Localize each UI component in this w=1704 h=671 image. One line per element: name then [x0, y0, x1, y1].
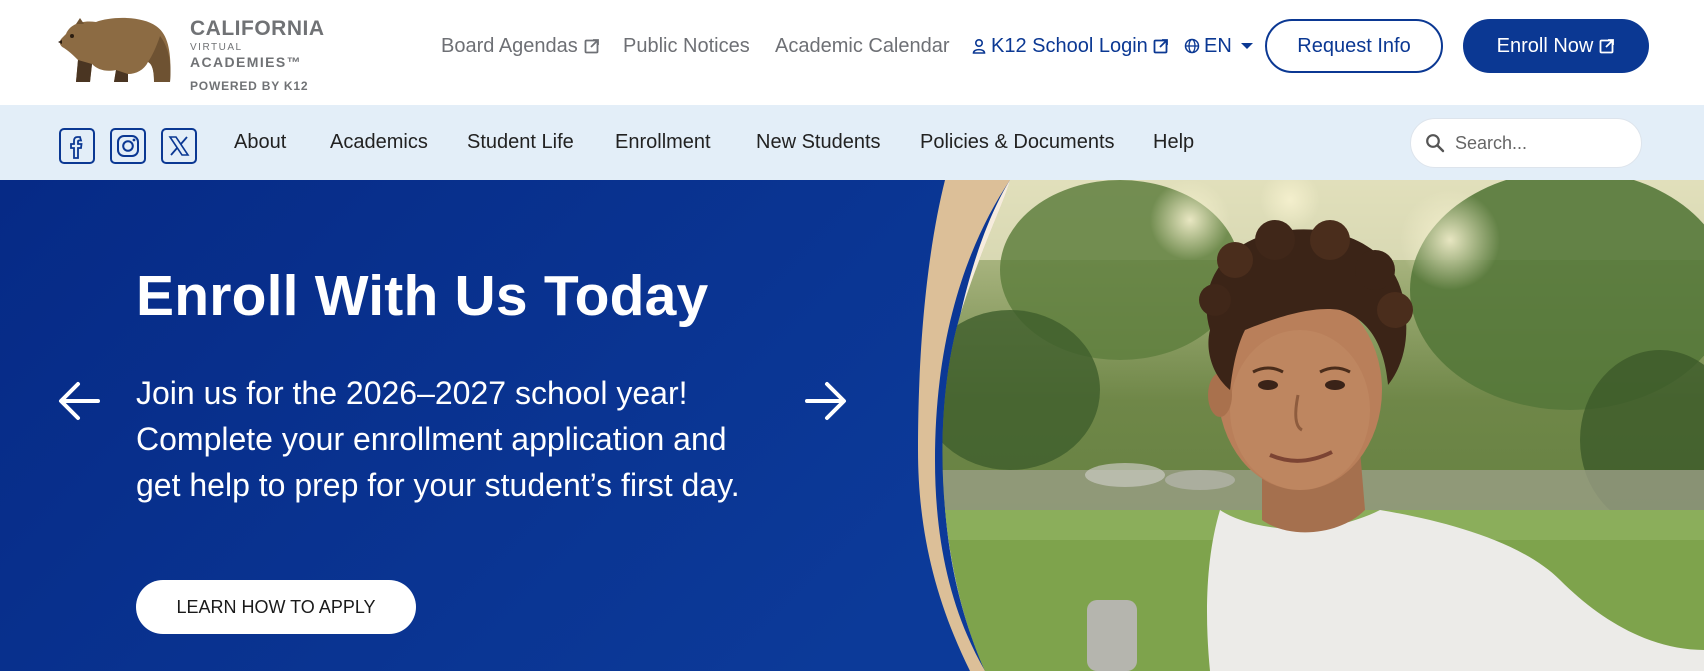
enroll-now-label: Enroll Now	[1496, 34, 1594, 57]
nav-item-about[interactable]: About	[234, 131, 286, 154]
request-info-label: Request Info	[1297, 34, 1411, 57]
external-link-icon	[1599, 39, 1615, 54]
main-navigation: About Academics Student Life Enrollment …	[0, 105, 1704, 180]
request-info-button[interactable]: Request Info	[1265, 19, 1443, 73]
learn-how-to-apply-button[interactable]: LEARN HOW TO APPLY	[136, 580, 416, 634]
x-twitter-link[interactable]	[161, 128, 197, 164]
academic-calendar-label: Academic Calendar	[775, 34, 950, 57]
facebook-link[interactable]	[59, 128, 95, 164]
search-box	[1410, 118, 1642, 168]
board-agendas-link[interactable]: Board Agendas	[441, 33, 600, 59]
next-slide-arrow-icon[interactable]	[803, 378, 849, 424]
nav-item-student-life[interactable]: Student Life	[467, 131, 574, 154]
logo-wordmark: CALIFORNIA VIRTUAL ACADEMIES™ POWERED BY…	[190, 18, 325, 92]
nav-item-enrollment[interactable]: Enrollment	[615, 131, 711, 154]
k12-school-login-label: K12 School Login	[991, 34, 1148, 57]
globe-icon	[1184, 38, 1200, 54]
search-icon[interactable]	[1425, 133, 1445, 153]
site-logo[interactable]: CALIFORNIA VIRTUAL ACADEMIES™ POWERED BY…	[56, 12, 346, 92]
language-selector[interactable]: EN	[1184, 33, 1254, 59]
instagram-link[interactable]	[110, 128, 146, 164]
facebook-icon	[70, 136, 83, 159]
external-link-icon	[1153, 39, 1168, 54]
top-header: CALIFORNIA VIRTUAL ACADEMIES™ POWERED BY…	[0, 0, 1704, 105]
board-agendas-label: Board Agendas	[441, 34, 578, 57]
enroll-now-button[interactable]: Enroll Now	[1463, 19, 1649, 73]
public-notices-link[interactable]: Public Notices	[623, 33, 750, 59]
chevron-down-icon	[1240, 43, 1253, 49]
bear-icon	[58, 17, 171, 82]
instagram-icon	[117, 135, 139, 157]
logo-line-california: CALIFORNIA	[190, 17, 325, 40]
academic-calendar-link[interactable]: Academic Calendar	[775, 33, 950, 59]
previous-slide-arrow-icon[interactable]	[56, 378, 102, 424]
external-link-icon	[584, 39, 599, 54]
nav-item-academics[interactable]: Academics	[330, 131, 428, 154]
x-icon	[168, 136, 190, 156]
public-notices-label: Public Notices	[623, 34, 750, 57]
search-input[interactable]	[1455, 132, 1625, 154]
k12-school-login-link[interactable]: K12 School Login	[972, 33, 1169, 59]
nav-item-help[interactable]: Help	[1153, 131, 1194, 154]
logo-line-academies: ACADEMIES™	[190, 54, 303, 70]
language-label: EN	[1204, 34, 1232, 57]
hero-title: Enroll With Us Today	[136, 264, 709, 328]
learn-how-to-apply-label: LEARN HOW TO APPLY	[176, 596, 376, 617]
hero-carousel: Enroll With Us Today Join us for the 202…	[0, 180, 1704, 671]
nav-item-new-students[interactable]: New Students	[756, 131, 881, 154]
nav-item-policies-documents[interactable]: Policies & Documents	[920, 131, 1115, 154]
user-icon	[972, 38, 986, 54]
logo-line-virtual: VIRTUAL	[190, 42, 243, 53]
logo-line-powered: POWERED BY K12	[190, 79, 309, 93]
hero-description: Join us for the 2026–2027 school year! C…	[136, 375, 740, 503]
